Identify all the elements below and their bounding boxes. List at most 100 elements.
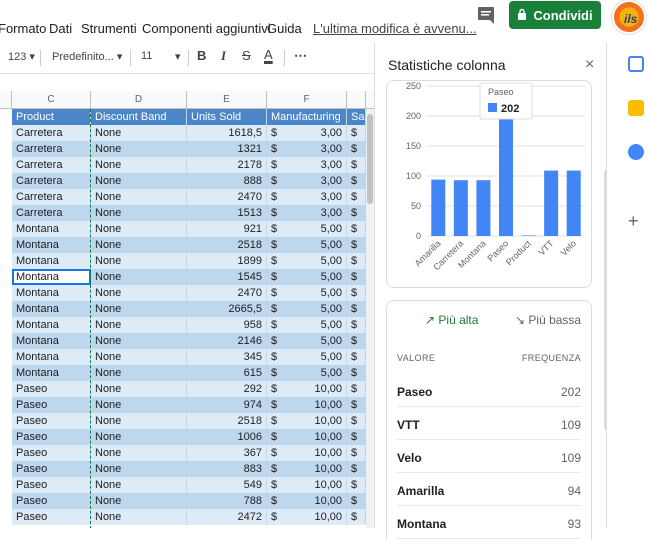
table-cell[interactable]: Carretera <box>12 205 91 221</box>
table-cell[interactable]: $10,00 <box>267 413 347 429</box>
column-header-b[interactable] <box>0 91 12 109</box>
table-cell[interactable]: Paseo <box>12 461 91 477</box>
table-cell[interactable]: Carretera <box>12 173 91 189</box>
table-cell[interactable]: Carretera <box>12 189 91 205</box>
table-cell[interactable]: $5,00 <box>267 317 347 333</box>
table-cell[interactable]: None <box>91 237 187 253</box>
column-header-d[interactable]: D <box>91 91 187 109</box>
table-cell[interactable]: $3,00 <box>267 189 347 205</box>
table-header-cell[interactable]: Sal <box>347 109 366 125</box>
table-cell[interactable]: 921 <box>187 221 267 237</box>
table-cell[interactable]: $ <box>347 493 366 509</box>
table-cell[interactable]: 367 <box>187 445 267 461</box>
table-cell[interactable]: Montana <box>12 317 91 333</box>
table-cell[interactable]: Paseo <box>12 509 91 525</box>
table-cell[interactable]: $ <box>347 397 366 413</box>
table-cell[interactable]: $ <box>347 285 366 301</box>
table-cell[interactable]: $10,00 <box>267 461 347 477</box>
calendar-icon[interactable] <box>628 56 644 72</box>
table-cell[interactable]: None <box>91 269 187 285</box>
table-cell[interactable]: Montana <box>12 349 91 365</box>
table-cell[interactable]: None <box>91 477 187 493</box>
table-cell[interactable]: $10,00 <box>267 429 347 445</box>
table-cell[interactable]: 974 <box>187 397 267 413</box>
last-edit-link[interactable]: L'ultima modifica è avvenu... <box>313 21 477 36</box>
close-icon[interactable]: × <box>585 56 594 74</box>
table-cell[interactable]: Paseo <box>12 429 91 445</box>
table-cell[interactable]: Montana <box>12 301 91 317</box>
keep-icon[interactable] <box>628 100 644 116</box>
menu-dati[interactable]: Dati <box>49 21 72 36</box>
table-cell[interactable]: 2472 <box>187 509 267 525</box>
table-cell[interactable]: Paseo <box>12 477 91 493</box>
table-cell[interactable]: Montana <box>12 333 91 349</box>
table-cell[interactable]: Montana <box>12 221 91 237</box>
table-cell[interactable]: 1006 <box>187 429 267 445</box>
table-cell[interactable]: $ <box>347 461 366 477</box>
table-cell[interactable]: $5,00 <box>267 221 347 237</box>
menu-componenti-aggiuntivi[interactable]: Componenti aggiuntivi <box>142 21 271 36</box>
table-cell[interactable]: None <box>91 189 187 205</box>
menu-strumenti[interactable]: Strumenti <box>81 21 137 36</box>
table-cell[interactable]: Montana <box>12 365 91 381</box>
table-cell[interactable]: $ <box>347 301 366 317</box>
table-cell[interactable]: Paseo <box>12 381 91 397</box>
table-cell[interactable]: None <box>91 365 187 381</box>
table-cell[interactable]: $5,00 <box>267 253 347 269</box>
strikethrough-button[interactable]: S <box>242 48 251 63</box>
table-cell[interactable]: $ <box>347 205 366 221</box>
table-cell[interactable]: None <box>91 157 187 173</box>
table-cell[interactable]: 2178 <box>187 157 267 173</box>
table-cell[interactable]: Paseo <box>12 493 91 509</box>
font-dropdown[interactable]: Predefinito... ▾ <box>52 50 122 63</box>
table-cell[interactable]: $5,00 <box>267 237 347 253</box>
table-cell[interactable]: $ <box>347 381 366 397</box>
table-header-cell[interactable]: Discount Band <box>91 109 187 125</box>
add-icon[interactable]: + <box>628 212 644 230</box>
table-cell[interactable]: $ <box>347 237 366 253</box>
table-cell[interactable]: None <box>91 253 187 269</box>
table-cell[interactable]: None <box>91 429 187 445</box>
table-cell[interactable]: $3,00 <box>267 173 347 189</box>
table-cell[interactable]: $ <box>347 189 366 205</box>
table-cell[interactable]: $ <box>347 253 366 269</box>
table-cell[interactable]: $5,00 <box>267 301 347 317</box>
table-cell[interactable]: $10,00 <box>267 397 347 413</box>
column-header-c[interactable]: C <box>12 91 91 109</box>
table-cell[interactable]: 2518 <box>187 413 267 429</box>
table-cell[interactable]: 2470 <box>187 285 267 301</box>
table-cell[interactable]: 788 <box>187 493 267 509</box>
table-cell[interactable]: $5,00 <box>267 365 347 381</box>
column-header-f[interactable]: F <box>267 91 347 109</box>
table-cell[interactable]: $3,00 <box>267 141 347 157</box>
table-cell[interactable]: Carretera <box>12 141 91 157</box>
table-header-cell[interactable]: Manufacturing <box>267 109 347 125</box>
table-cell[interactable]: $10,00 <box>267 381 347 397</box>
table-cell[interactable]: $ <box>347 173 366 189</box>
table-cell[interactable]: $ <box>347 365 366 381</box>
table-cell[interactable]: $ <box>347 477 366 493</box>
table-cell[interactable]: Paseo <box>12 445 91 461</box>
table-cell[interactable]: Montana <box>12 269 91 285</box>
table-cell[interactable]: 883 <box>187 461 267 477</box>
grid-scrollbar-thumb[interactable] <box>367 114 373 204</box>
table-cell[interactable]: 549 <box>187 477 267 493</box>
table-cell[interactable]: $ <box>347 141 366 157</box>
table-cell[interactable]: $5,00 <box>267 285 347 301</box>
table-cell[interactable]: $ <box>347 157 366 173</box>
table-cell[interactable]: None <box>91 349 187 365</box>
table-cell[interactable]: 1513 <box>187 205 267 221</box>
italic-button[interactable]: I <box>221 48 226 64</box>
table-cell[interactable]: $ <box>347 221 366 237</box>
bold-button[interactable]: B <box>197 48 206 63</box>
table-cell[interactable]: 958 <box>187 317 267 333</box>
table-cell[interactable]: 2146 <box>187 333 267 349</box>
table-header-cell[interactable]: Units Sold <box>187 109 267 125</box>
table-cell[interactable]: None <box>91 221 187 237</box>
table-cell[interactable]: $3,00 <box>267 205 347 221</box>
tab-highest[interactable]: ↗ Più alta <box>425 313 478 327</box>
column-header-g[interactable] <box>347 91 366 109</box>
table-cell[interactable]: 2470 <box>187 189 267 205</box>
table-cell[interactable]: None <box>91 509 187 525</box>
table-cell[interactable]: 1321 <box>187 141 267 157</box>
